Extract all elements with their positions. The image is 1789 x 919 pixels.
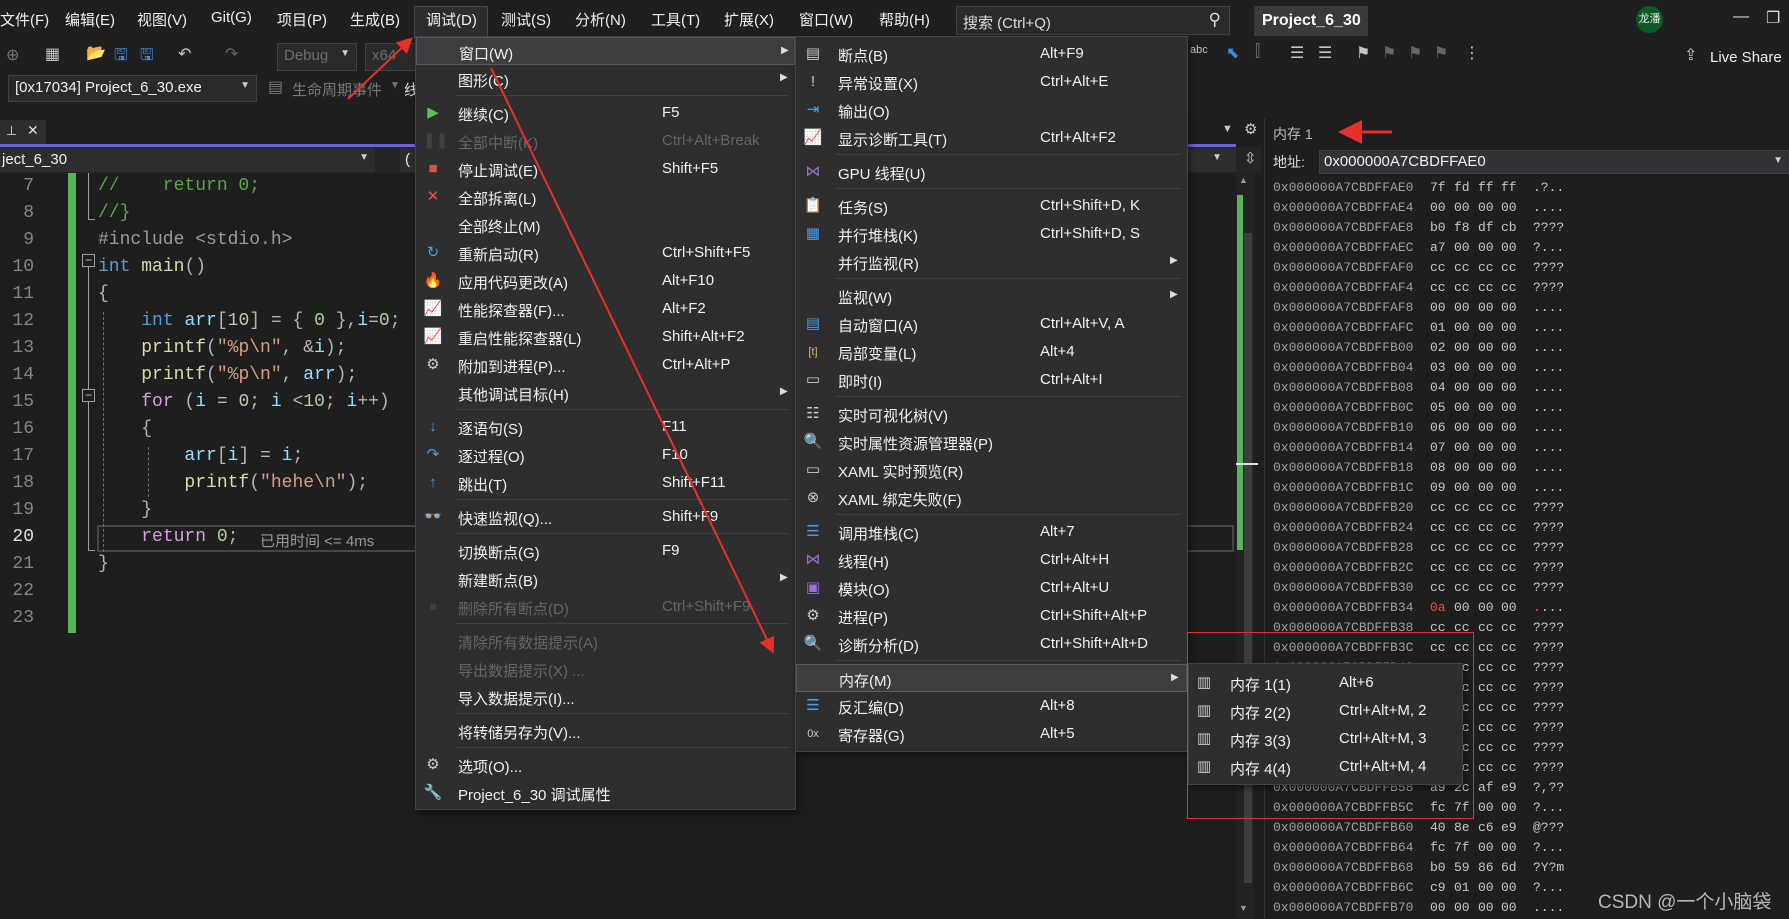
annotation-arrow-window: [490, 67, 774, 654]
annotation-arrow-menu: [347, 37, 413, 100]
annotation-arrows: [347, 37, 1392, 654]
